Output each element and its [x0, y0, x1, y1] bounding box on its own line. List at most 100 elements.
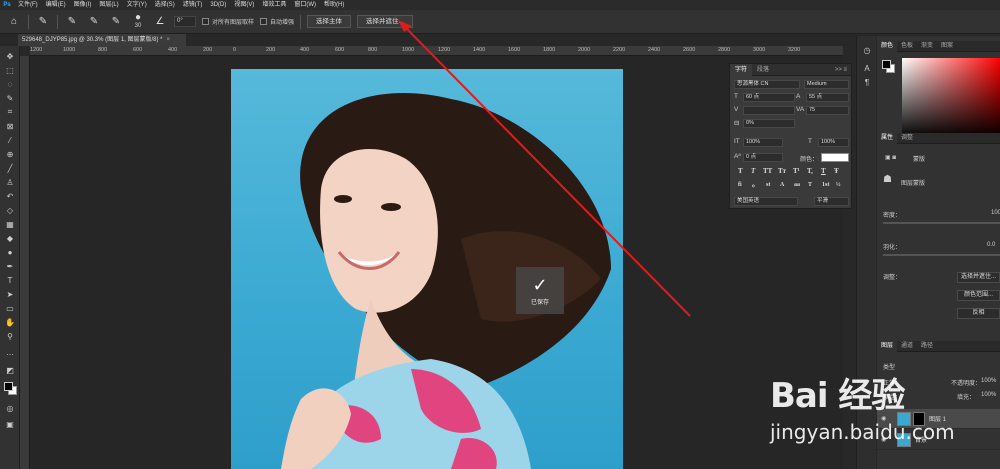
color-range-button[interactable]: 颜色范围...	[957, 290, 1000, 301]
tab-character[interactable]: 字符	[730, 63, 753, 76]
baseline-shift-input[interactable]: 0 点	[743, 153, 783, 162]
tab-layers[interactable]: 图层	[877, 340, 898, 352]
text-color-swatch[interactable]	[821, 153, 849, 162]
checkbox-box[interactable]	[202, 18, 209, 25]
feather-value[interactable]: 0.0	[987, 242, 995, 248]
discretionary-ligatures-button[interactable]: st	[766, 182, 770, 188]
menu-window[interactable]: 窗口(W)	[290, 0, 320, 10]
language-select[interactable]: 美国英语	[734, 197, 798, 206]
document-tab[interactable]: 529648_DJYP85.jpg @ 30.3% (图层 1, 图层蒙版/8)…	[18, 34, 186, 46]
anti-alias-select[interactable]: 平滑	[814, 197, 849, 206]
gradient-tool-icon[interactable]: ▦	[3, 218, 17, 230]
default-colors-icon[interactable]: ◩	[3, 364, 17, 376]
font-style-select[interactable]: Medium	[804, 80, 849, 89]
tsume-input[interactable]: 0%	[743, 119, 795, 128]
foreground-color-swatch[interactable]	[882, 60, 891, 69]
brush-tool-icon[interactable]: ╱	[3, 162, 17, 174]
clone-stamp-tool-icon[interactable]: ♙	[3, 176, 17, 188]
lasso-tool-icon[interactable]: ◌	[3, 78, 17, 90]
subscript-button[interactable]: T,	[807, 167, 813, 175]
healing-brush-tool-icon[interactable]: ⊕	[3, 148, 17, 160]
superscript-button[interactable]: T¹	[793, 167, 800, 175]
rectangle-tool-icon[interactable]: ▭	[3, 302, 17, 314]
hand-tool-icon[interactable]: ✋	[3, 316, 17, 328]
tab-color[interactable]: 颜色	[877, 40, 898, 52]
home-icon[interactable]: ⌂	[6, 14, 22, 30]
paragraph-panel-icon[interactable]: ¶	[861, 76, 873, 88]
add-to-selection-icon[interactable]: ✎	[86, 14, 102, 30]
checkbox-box[interactable]	[260, 18, 268, 25]
ligature-button[interactable]: fi	[738, 182, 742, 188]
close-icon[interactable]: ×	[167, 37, 171, 43]
crop-tool-icon[interactable]: ⌗	[3, 106, 17, 118]
menu-file[interactable]: 文件(F)	[14, 0, 42, 10]
menu-edit[interactable]: 编辑(E)	[42, 0, 70, 10]
feather-slider[interactable]	[883, 254, 1000, 256]
tab-patterns[interactable]: 图案	[937, 41, 957, 52]
menu-type[interactable]: 文字(Y)	[123, 0, 151, 10]
foreground-background-swatch[interactable]	[4, 382, 17, 395]
eyedropper-tool-icon[interactable]: ⁄	[3, 134, 17, 146]
menu-view[interactable]: 视图(V)	[230, 0, 258, 10]
zoom-tool-icon[interactable]: ⚲	[3, 330, 17, 342]
vertical-scale-input[interactable]: 100%	[743, 138, 783, 147]
type-tool-icon[interactable]: T	[3, 274, 17, 286]
dodge-tool-icon[interactable]: ●	[3, 246, 17, 258]
font-family-select[interactable]: 思源黑体 CN	[734, 80, 800, 89]
menu-select[interactable]: 选择(S)	[151, 0, 179, 10]
brush-picker-icon[interactable]: ● 30	[130, 12, 146, 30]
history-brush-tool-icon[interactable]: ↶	[3, 190, 17, 202]
strikethrough-button[interactable]: Ŧ	[834, 167, 839, 175]
all-caps-button[interactable]: TT	[763, 167, 772, 175]
tab-properties[interactable]: 属性	[877, 132, 898, 144]
panel-menu-icon[interactable]: >> ≡	[835, 64, 847, 76]
tab-adjustments[interactable]: 调整	[897, 133, 917, 144]
menu-image[interactable]: 图像(I)	[70, 0, 96, 10]
foreground-color-swatch[interactable]	[4, 382, 13, 391]
tracking-input[interactable]: 75	[806, 106, 849, 115]
tab-channels[interactable]: 通道	[897, 341, 917, 352]
tab-gradients[interactable]: 渐变	[917, 41, 937, 52]
new-selection-icon[interactable]: ✎	[64, 14, 80, 30]
select-subject-button[interactable]: 选择主体	[307, 15, 352, 28]
auto-enhance-checkbox[interactable]: 自动增强	[260, 17, 294, 26]
leading-input[interactable]: 55 点	[806, 93, 849, 102]
path-selection-tool-icon[interactable]: ➤	[3, 288, 17, 300]
color-picker-field[interactable]	[902, 58, 1000, 138]
underline-button[interactable]: T	[821, 167, 826, 175]
faux-italic-button[interactable]: T	[751, 167, 755, 175]
marquee-tool-icon[interactable]: ⬚	[3, 64, 17, 76]
quick-selection-tool-icon[interactable]: ✎	[35, 14, 51, 30]
density-slider[interactable]	[883, 222, 1000, 224]
density-value[interactable]: 100	[991, 210, 1000, 216]
more-tools-icon[interactable]: …	[3, 346, 17, 358]
contextual-alternates-button[interactable]: ℴ	[752, 182, 755, 189]
tab-swatches[interactable]: 色板	[897, 41, 917, 52]
eraser-tool-icon[interactable]: ◇	[3, 204, 17, 216]
faux-bold-button[interactable]: T	[738, 167, 743, 175]
font-size-input[interactable]: 60 点	[743, 93, 795, 102]
move-tool-icon[interactable]: ✥	[3, 50, 17, 62]
select-and-mask-button[interactable]: 选择并遮住...	[957, 272, 1000, 283]
quick-mask-icon[interactable]: ◎	[3, 402, 17, 414]
tab-paths[interactable]: 路径	[917, 341, 937, 352]
invert-button[interactable]: 反相	[957, 308, 1000, 319]
frame-tool-icon[interactable]: ⊠	[3, 120, 17, 132]
small-caps-button[interactable]: Tт	[778, 167, 786, 175]
kerning-input[interactable]	[743, 106, 795, 115]
blur-tool-icon[interactable]: ◆	[3, 232, 17, 244]
menu-3d[interactable]: 3D(D)	[206, 0, 230, 10]
ordinals-button[interactable]: 1st	[822, 182, 829, 188]
sample-all-layers-checkbox[interactable]: 对所有图层取样	[202, 17, 254, 26]
menu-layer[interactable]: 图层(L)	[95, 0, 122, 10]
tab-paragraph[interactable]: 段落	[752, 64, 774, 76]
character-panel-icon[interactable]: A	[861, 62, 873, 74]
screen-mode-icon[interactable]: ▣	[3, 418, 17, 430]
select-and-mask-button[interactable]: 选择并遮住...	[357, 15, 413, 28]
horizontal-scale-input[interactable]: 100%	[818, 138, 849, 147]
swash-button[interactable]: A	[780, 182, 784, 188]
menu-plugins[interactable]: 增效工具	[258, 0, 290, 10]
document-image[interactable]	[231, 69, 623, 469]
menu-filter[interactable]: 滤镜(T)	[179, 0, 207, 10]
angle-input[interactable]: 0°	[174, 16, 196, 27]
